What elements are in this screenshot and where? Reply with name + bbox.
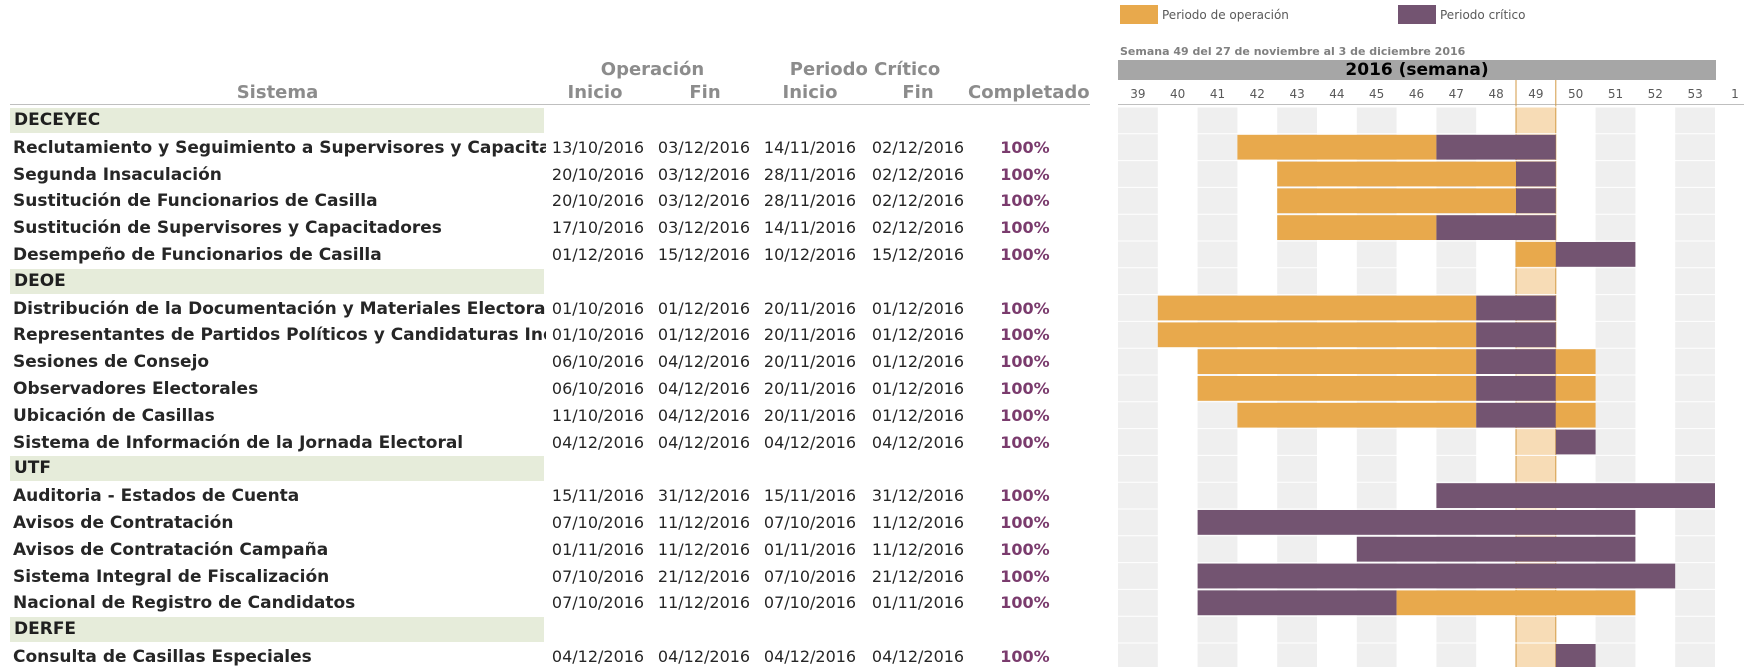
operation-bar — [1197, 349, 1477, 374]
critical-bar — [1516, 161, 1556, 187]
operation-bar — [1555, 376, 1596, 401]
critical-bar — [1197, 510, 1636, 535]
operation-bar — [1516, 242, 1556, 267]
operation-bar — [1555, 402, 1596, 428]
critical-bar — [1555, 429, 1596, 455]
critical-bar — [1436, 215, 1556, 240]
operation-bar — [1555, 349, 1596, 374]
operation-bar — [1277, 161, 1516, 187]
gantt-chart — [1118, 80, 1744, 667]
operation-bar — [1237, 402, 1477, 428]
critical-bar — [1197, 590, 1397, 616]
operation-bar — [1237, 134, 1437, 160]
operation-bar — [1157, 295, 1477, 321]
critical-bar — [1476, 376, 1556, 401]
critical-bar — [1555, 644, 1596, 667]
grid-stripe-week-39 — [1118, 107, 1158, 667]
critical-bar — [1436, 483, 1715, 508]
critical-bar — [1476, 402, 1556, 428]
critical-bar — [1436, 134, 1556, 160]
critical-bar — [1476, 295, 1556, 321]
gantt-report: Periodo de operación Periodo crítico Ope… — [0, 0, 1744, 667]
critical-bar — [1476, 349, 1556, 374]
operation-bar — [1197, 376, 1477, 401]
operation-bar — [1277, 188, 1516, 214]
critical-bar — [1516, 188, 1556, 214]
critical-bar — [1197, 563, 1676, 589]
critical-bar — [1476, 322, 1556, 348]
operation-bar — [1277, 215, 1437, 240]
critical-bar — [1555, 242, 1636, 267]
critical-bar — [1356, 536, 1636, 562]
operation-bar — [1157, 322, 1477, 348]
operation-bar — [1396, 590, 1636, 616]
grid-stripe-week-53 — [1675, 107, 1715, 667]
